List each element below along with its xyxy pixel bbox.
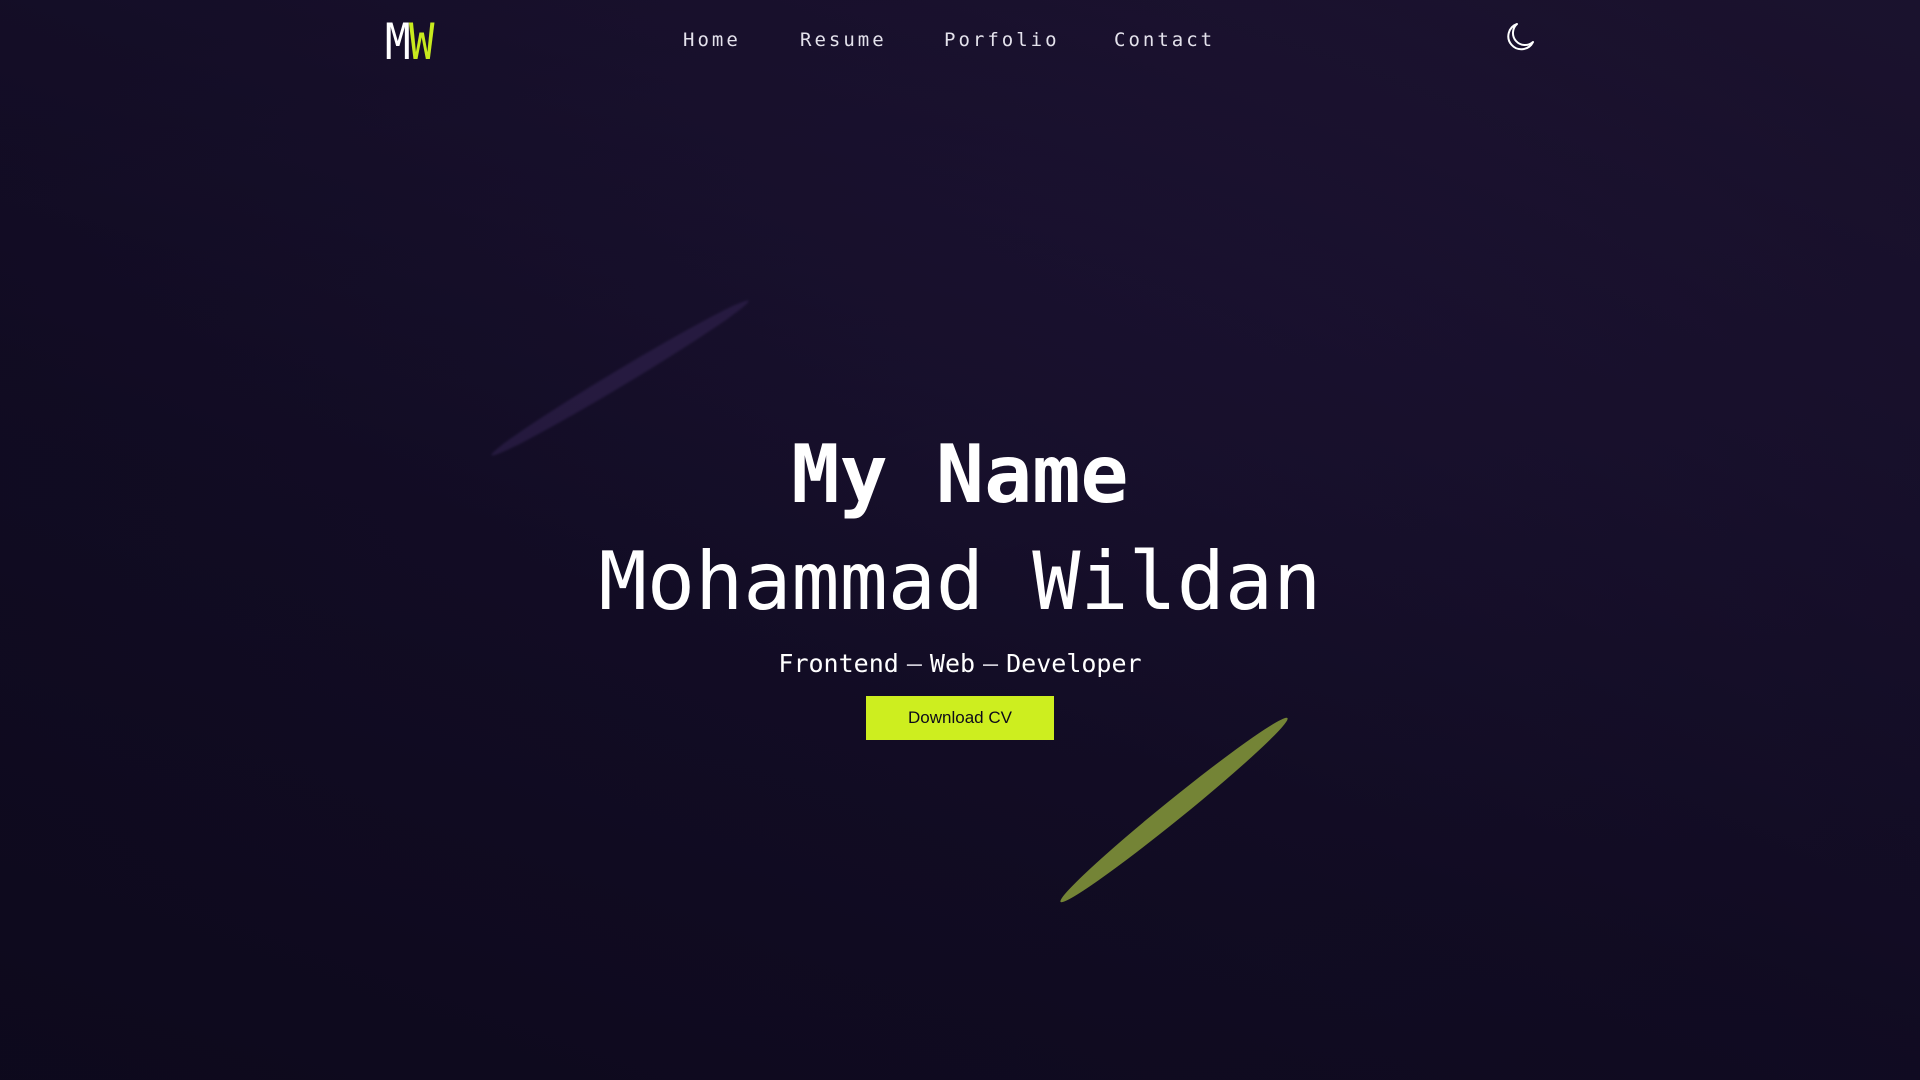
role-separator: – bbox=[906, 649, 922, 678]
hero-title: My Name bbox=[791, 428, 1129, 521]
nav-links: Home Resume Porfolio Contact bbox=[0, 28, 1920, 52]
hero-roles: Frontend – Web – Developer bbox=[0, 648, 1920, 680]
role-web: Web bbox=[929, 649, 976, 678]
nav-link-home[interactable]: Home bbox=[683, 28, 741, 52]
nav-link-portfolio[interactable]: Porfolio bbox=[944, 28, 1060, 52]
decorative-streak-green bbox=[1054, 710, 1294, 910]
download-cv-button[interactable]: Download CV bbox=[866, 696, 1054, 740]
nav-link-contact[interactable]: Contact bbox=[1114, 28, 1215, 52]
role-frontend: Frontend bbox=[778, 649, 899, 678]
role-separator: – bbox=[983, 649, 999, 678]
hero-name: Mohammad Wildan bbox=[598, 535, 1322, 628]
navbar: MW Home Resume Porfolio Contact bbox=[0, 0, 1920, 80]
theme-toggle-button[interactable] bbox=[1503, 20, 1537, 54]
nav-link-resume[interactable]: Resume bbox=[800, 28, 887, 52]
moon-icon bbox=[1507, 23, 1534, 51]
role-developer: Developer bbox=[1006, 649, 1142, 678]
